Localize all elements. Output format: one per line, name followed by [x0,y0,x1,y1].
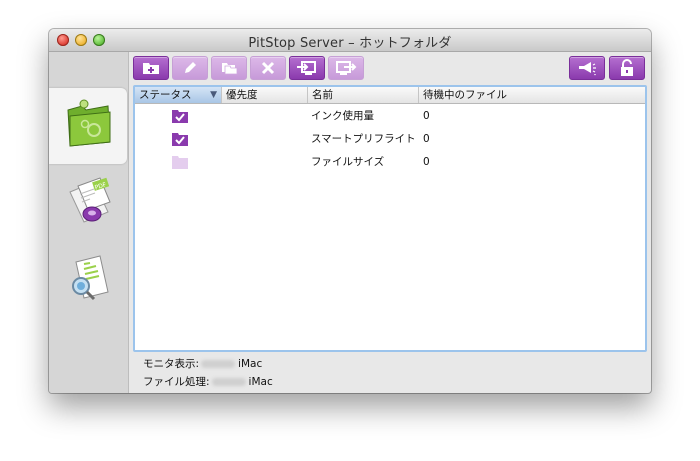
megaphone-icon [579,62,596,76]
hotfolder-table[interactable]: ステータス ▼ 優先度 名前 待機中のファイル インク使用量 0 スマートプリフ… [133,85,647,352]
row-name: スマートプリフライト [311,133,416,145]
folder-plus-icon [143,63,159,74]
row-waiting-count: 0 [423,133,430,145]
row-name: インク使用量 [311,110,374,122]
table-header: ステータス ▼ 優先度 名前 待機中のファイル [135,87,645,104]
edit-button[interactable] [172,56,208,80]
import-button[interactable] [289,56,325,80]
table-row[interactable]: ファイルサイズ 0 [135,151,645,173]
unlock-icon [621,59,633,76]
magnifier-checklist-icon [72,255,109,301]
processing-status: ファイル処理: iMac [143,373,273,391]
lock-button[interactable] [609,56,645,80]
table-row[interactable]: スマートプリフライト 0 [135,128,645,150]
sidebar-item-reports[interactable] [49,244,128,320]
monitor-label: モニタ表示: [143,358,200,370]
delete-button[interactable] [250,56,286,80]
active-folder-check-icon [172,110,188,123]
inactive-folder-icon [172,156,188,169]
pencil-icon [185,62,196,73]
column-header-priority[interactable]: 優先度 [222,87,308,103]
column-header-waiting-files[interactable]: 待機中のファイル [419,87,645,103]
title-bar: PitStop Server – ホットフォルダ [49,29,651,52]
pdf-document-icon: PDF [69,177,111,223]
green-folder-icon [67,99,111,147]
window-title: PitStop Server – ホットフォルダ [248,36,452,51]
export-icon [336,61,357,75]
announce-button[interactable] [569,56,605,80]
sort-descending-icon: ▼ [210,90,217,100]
toolbar [133,56,649,80]
duplicate-button[interactable] [211,56,247,80]
monitor-value: iMac [238,358,263,370]
x-icon [261,61,275,75]
monitor-status: モニタ表示: iMac [143,355,273,373]
folders-icon [222,63,238,75]
app-window: PitStop Server – ホットフォルダ PDF ステータス ▼ 優先度… [49,29,651,393]
status-footer: モニタ表示: iMac ファイル処理: iMac [143,355,273,391]
table-row[interactable]: インク使用量 0 [135,105,645,127]
column-header-name[interactable]: 名前 [308,87,419,103]
row-waiting-count: 0 [423,156,430,168]
sidebar-item-pdf-profiles[interactable]: PDF [49,166,128,242]
redacted-username [201,360,236,368]
processing-value: iMac [248,376,273,388]
processing-label: ファイル処理: [143,376,210,388]
new-hotfolder-button[interactable] [133,56,169,80]
import-icon [297,61,316,75]
redacted-username [211,378,246,386]
active-folder-check-icon [172,133,188,146]
row-waiting-count: 0 [423,110,430,122]
row-name: ファイルサイズ [311,156,385,168]
export-button[interactable] [328,56,364,80]
sidebar-item-hotfolders[interactable] [49,88,127,164]
column-header-status[interactable]: ステータス ▼ [135,87,222,103]
sidebar: PDF [49,52,129,393]
